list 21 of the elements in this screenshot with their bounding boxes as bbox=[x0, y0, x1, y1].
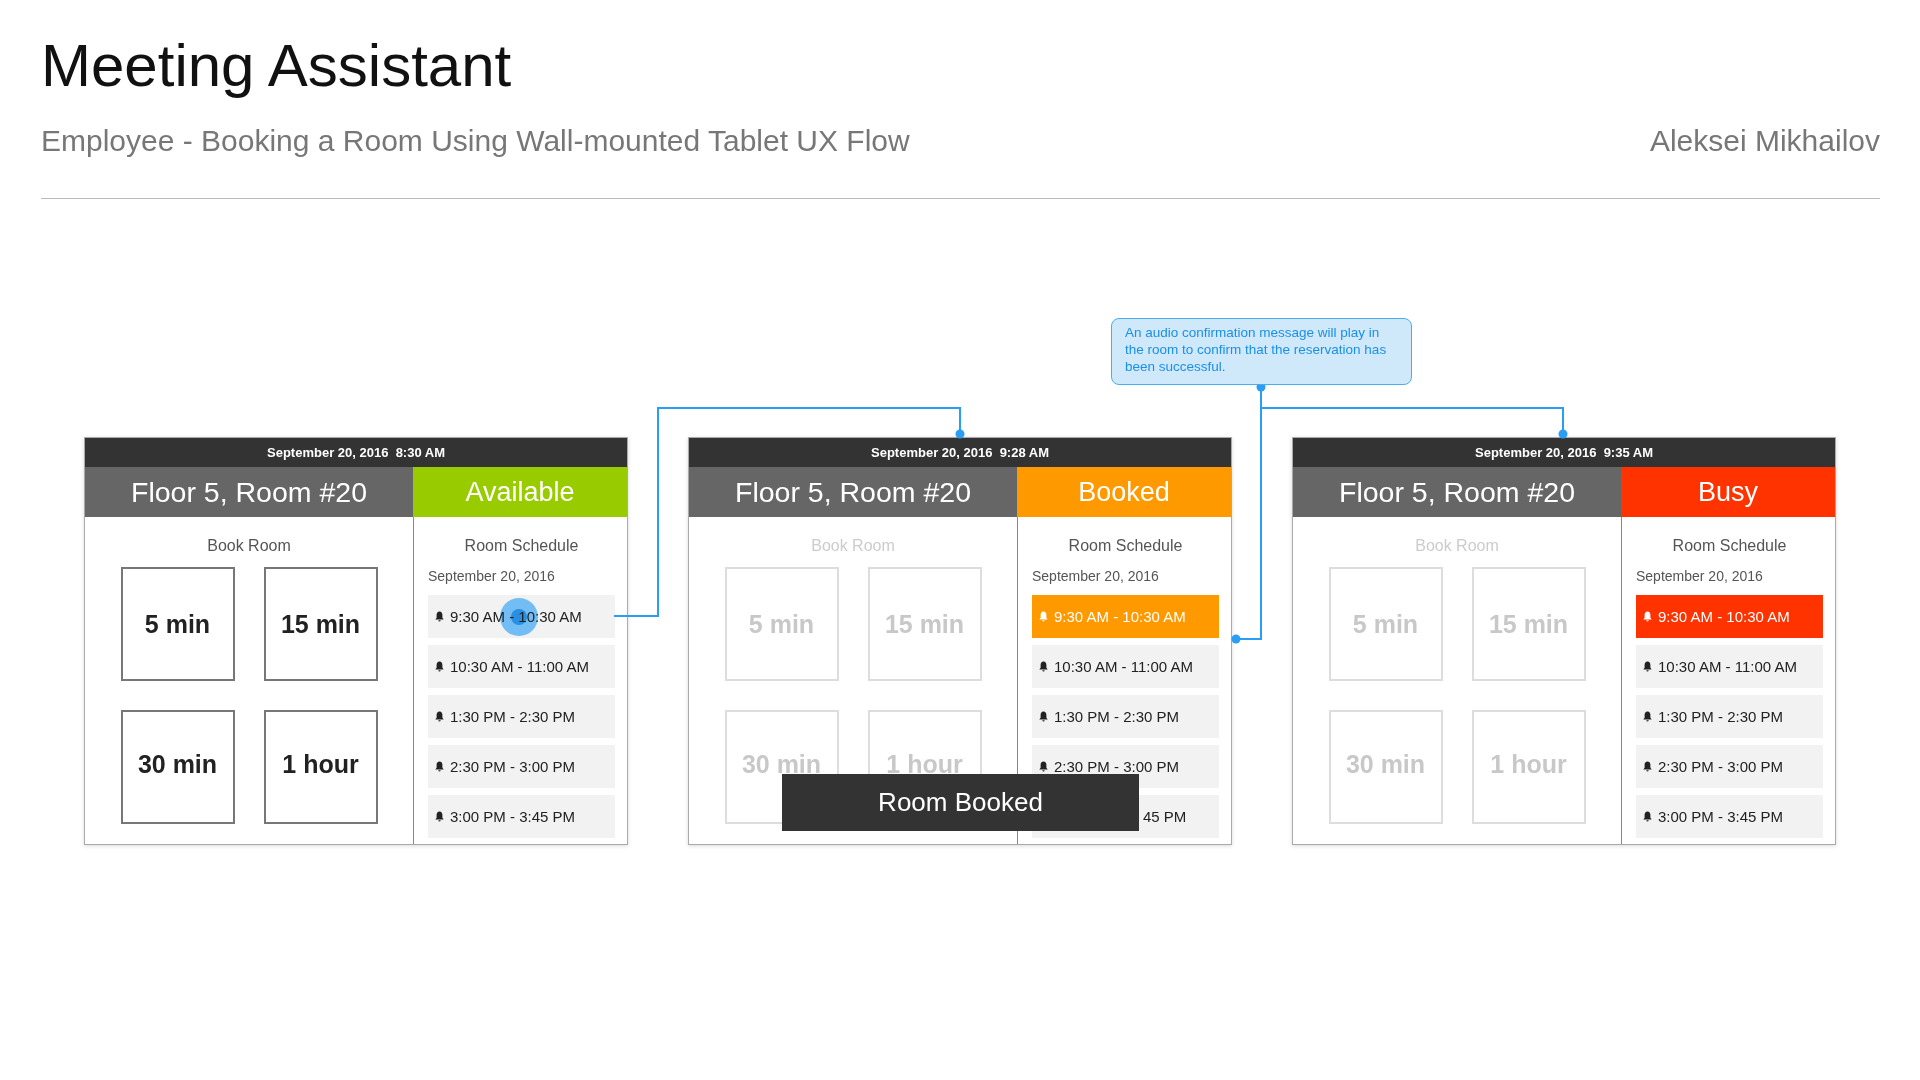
panel-title: Room Schedule bbox=[1671, 536, 1788, 556]
panel-title: Room Schedule bbox=[463, 536, 580, 556]
schedule-date: September 20, 2016 bbox=[1032, 568, 1160, 584]
room-status: Busy bbox=[1621, 467, 1835, 517]
schedule-date: September 20, 2016 bbox=[428, 568, 556, 584]
author-name: Aleksei Mikhailov bbox=[1649, 124, 1880, 158]
date-time-bar: September 20, 2016 9:35 AM bbox=[1293, 438, 1835, 467]
room-booked-toast: Room Booked bbox=[782, 774, 1139, 831]
room-status: Booked bbox=[1017, 467, 1231, 517]
schedule-date: September 20, 2016 bbox=[1636, 568, 1764, 584]
room-name: Floor 5, Room #20 bbox=[85, 467, 413, 517]
callout-note: An audio confirmation message will play in the room to confirm that the reservation has been successful. bbox=[1111, 318, 1412, 385]
page-title: Meeting Assistant bbox=[41, 31, 513, 101]
room-name: Floor 5, Room #20 bbox=[1293, 467, 1621, 517]
room-status: Available bbox=[413, 467, 627, 517]
date-time-bar: September 20, 2016 9:28 AM bbox=[689, 438, 1231, 467]
page-subtitle: Employee - Booking a Room Using Wall-mounted Tablet UX Flow bbox=[41, 124, 910, 158]
room-name: Floor 5, Room #20 bbox=[689, 467, 1017, 517]
date-time-bar: September 20, 2016 8:30 AM bbox=[85, 438, 627, 467]
panel-title: Book Room bbox=[206, 536, 292, 556]
panel-title: Room Schedule bbox=[1067, 536, 1184, 556]
